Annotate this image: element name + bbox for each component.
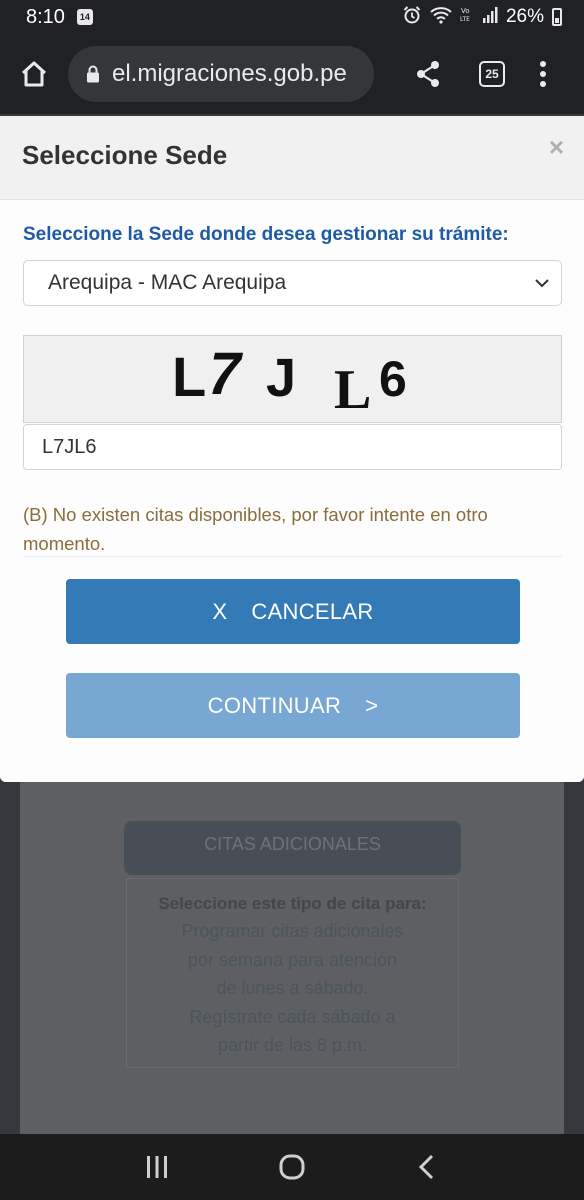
recents-icon: [147, 1156, 168, 1178]
more-vert-icon: [540, 61, 546, 87]
home-nav-button[interactable]: [267, 1142, 317, 1192]
share-button[interactable]: [408, 54, 448, 94]
lock-icon: [87, 65, 99, 83]
tab-count: 25: [479, 61, 505, 87]
svg-text:6: 6: [379, 351, 407, 407]
citas-adicionales-button: CITAS ADICIONALES: [124, 821, 461, 875]
status-icons: Vo LTE 26%: [402, 5, 562, 30]
continue-button[interactable]: CONTINUAR >: [66, 673, 520, 738]
status-time: 8:10: [26, 5, 65, 28]
close-icon[interactable]: ×: [549, 134, 564, 160]
back-icon: [418, 1154, 433, 1180]
sede-selected-value: Arequipa - MAC Arequipa: [48, 271, 287, 294]
modal-header: Seleccione Sede ×: [0, 116, 584, 200]
no-appointments-message: (B) No existen citas disponibles, por fa…: [23, 504, 488, 554]
captcha-input[interactable]: [23, 424, 562, 470]
svg-text:LTE: LTE: [460, 16, 470, 23]
citas-info-card: Seleccione este tipo de cita para: Progr…: [126, 878, 459, 1068]
card-title: Seleccione este tipo de cita para:: [158, 894, 427, 913]
battery-icon: [552, 8, 562, 26]
sede-select[interactable]: Arequipa - MAC Arequipa: [23, 260, 562, 306]
modal-title: Seleccione Sede: [22, 140, 228, 170]
volte-icon: Vo LTE: [460, 6, 474, 29]
card-description: Programar citas adicionales por semana p…: [181, 921, 404, 1055]
home-icon: [21, 61, 47, 87]
cancel-button[interactable]: X CANCELAR: [66, 579, 520, 644]
captcha-image: L 7 J L 6: [23, 335, 562, 423]
chevron-down-icon: [535, 279, 549, 288]
modal-body: Seleccione la Sede donde desea gestionar…: [0, 200, 584, 782]
captcha-glyphs: L 7 J L 6: [172, 340, 407, 421]
svg-text:L: L: [172, 345, 206, 408]
home-circle-icon: [279, 1154, 305, 1180]
cancel-label: CANCELAR: [251, 598, 374, 624]
browser-menu-button[interactable]: [528, 54, 558, 94]
wifi-icon: [430, 6, 452, 29]
svg-text:J: J: [266, 348, 296, 408]
continue-label: CONTINUAR: [207, 692, 342, 718]
home-button[interactable]: [14, 54, 54, 94]
svg-text:Vo: Vo: [461, 7, 470, 15]
select-sede-modal: Seleccione Sede × Seleccione la Sede don…: [0, 116, 584, 782]
calendar-icon: 14: [76, 9, 93, 25]
cancel-x-icon: X: [212, 598, 228, 624]
svg-text:L: L: [334, 359, 371, 421]
tab-switcher-button[interactable]: 25: [472, 54, 512, 94]
share-icon: [417, 61, 439, 87]
recents-button[interactable]: [132, 1142, 182, 1192]
back-button[interactable]: [402, 1142, 452, 1192]
alarm-icon: [402, 5, 422, 30]
signal-icon: [482, 6, 498, 28]
address-bar[interactable]: el.migraciones.gob.pe: [68, 46, 374, 102]
url-text: el.migraciones.gob.pe: [112, 60, 347, 87]
continue-arrow-icon: >: [365, 692, 379, 718]
system-nav-bar: [0, 1134, 584, 1200]
svg-text:7: 7: [201, 340, 249, 407]
battery-percent: 26%: [505, 6, 544, 27]
divider: [23, 556, 562, 557]
status-bar: 8:10 14 Vo LTE 26%: [0, 0, 584, 34]
browser-toolbar: el.migraciones.gob.pe 25: [0, 34, 584, 114]
sede-label: Seleccione la Sede donde desea gestionar…: [23, 224, 509, 245]
